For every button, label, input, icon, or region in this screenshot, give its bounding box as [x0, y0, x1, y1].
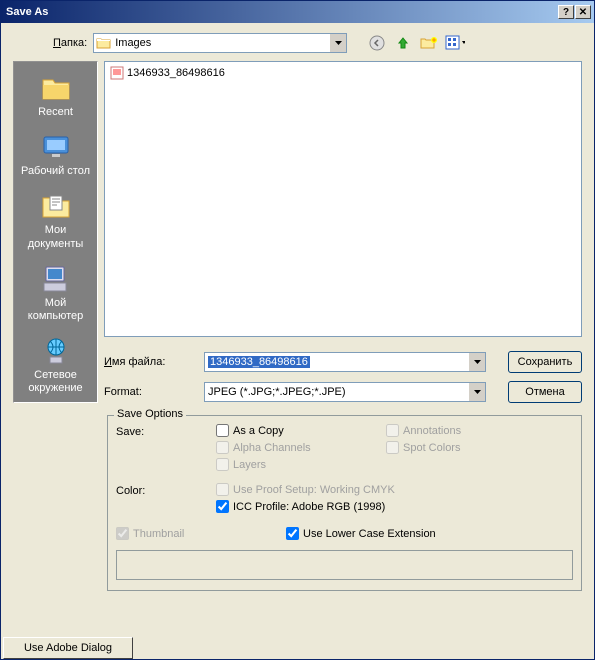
alpha-checkbox: Alpha Channels [216, 441, 346, 454]
places-bar: Recent Рабочий стол Мои документы Мой ко… [13, 61, 98, 403]
save-as-dialog: Save As ? ✕ Папка: Images [0, 0, 595, 660]
network-icon [40, 335, 72, 367]
chevron-down-icon[interactable] [469, 383, 485, 401]
color-label: Color: [116, 483, 216, 513]
window-title: Save As [4, 6, 558, 18]
annotations-checkbox: Annotations [386, 424, 461, 437]
as-copy-checkbox[interactable]: As a Copy [216, 424, 346, 437]
place-desktop[interactable]: Рабочий стол [16, 127, 95, 184]
proof-checkbox: Use Proof Setup: Working CMYK [216, 483, 573, 496]
icc-checkbox[interactable]: ICC Profile: Adobe RGB (1998) [216, 500, 573, 513]
folder-combo[interactable]: Images [93, 33, 347, 53]
filename-input[interactable]: 1346933_86498616 [204, 352, 486, 372]
chevron-down-icon[interactable] [330, 34, 346, 52]
save-options-legend: Save Options [114, 408, 186, 420]
format-label: Format: [104, 386, 204, 398]
close-button[interactable]: ✕ [575, 5, 591, 19]
folder-icon [96, 36, 112, 50]
place-network[interactable]: Сетевое окружение [16, 331, 95, 401]
save-button[interactable]: Сохранить [508, 351, 582, 373]
format-combo[interactable]: JPEG (*.JPG;*.JPEG;*.JPE) [204, 382, 486, 402]
file-item[interactable]: 1346933_86498616 [108, 65, 578, 81]
thumbnail-checkbox: Thumbnail [116, 527, 286, 540]
new-folder-button[interactable] [419, 33, 439, 53]
computer-icon [40, 263, 72, 295]
filename-label: Имя файла: [104, 356, 204, 368]
folder-value: Images [115, 37, 151, 49]
file-list[interactable]: 1346933_86498616 [104, 61, 582, 337]
folder-recent-icon [40, 72, 72, 104]
help-button[interactable]: ? [558, 5, 574, 19]
titlebar: Save As ? ✕ [1, 1, 594, 23]
warning-box [116, 550, 573, 580]
save-label: Save: [116, 424, 216, 471]
save-options-group: Save Options Save: As a Copy Annotations… [107, 415, 582, 591]
up-button[interactable] [393, 33, 413, 53]
lowercase-checkbox[interactable]: Use Lower Case Extension [286, 527, 436, 540]
place-computer[interactable]: Мой компьютер [16, 259, 95, 329]
place-documents[interactable]: Мои документы [16, 186, 95, 256]
place-recent[interactable]: Recent [16, 68, 95, 125]
image-file-icon [110, 66, 124, 80]
documents-icon [40, 190, 72, 222]
back-button[interactable] [367, 33, 387, 53]
use-adobe-dialog-button[interactable]: Use Adobe Dialog [3, 637, 133, 659]
cancel-button[interactable]: Отмена [508, 381, 582, 403]
chevron-down-icon[interactable] [469, 353, 485, 371]
view-menu-button[interactable] [445, 33, 465, 53]
folder-label: Папка: [53, 37, 87, 49]
spot-checkbox: Spot Colors [386, 441, 460, 454]
desktop-icon [40, 131, 72, 163]
layers-checkbox: Layers [216, 458, 573, 471]
